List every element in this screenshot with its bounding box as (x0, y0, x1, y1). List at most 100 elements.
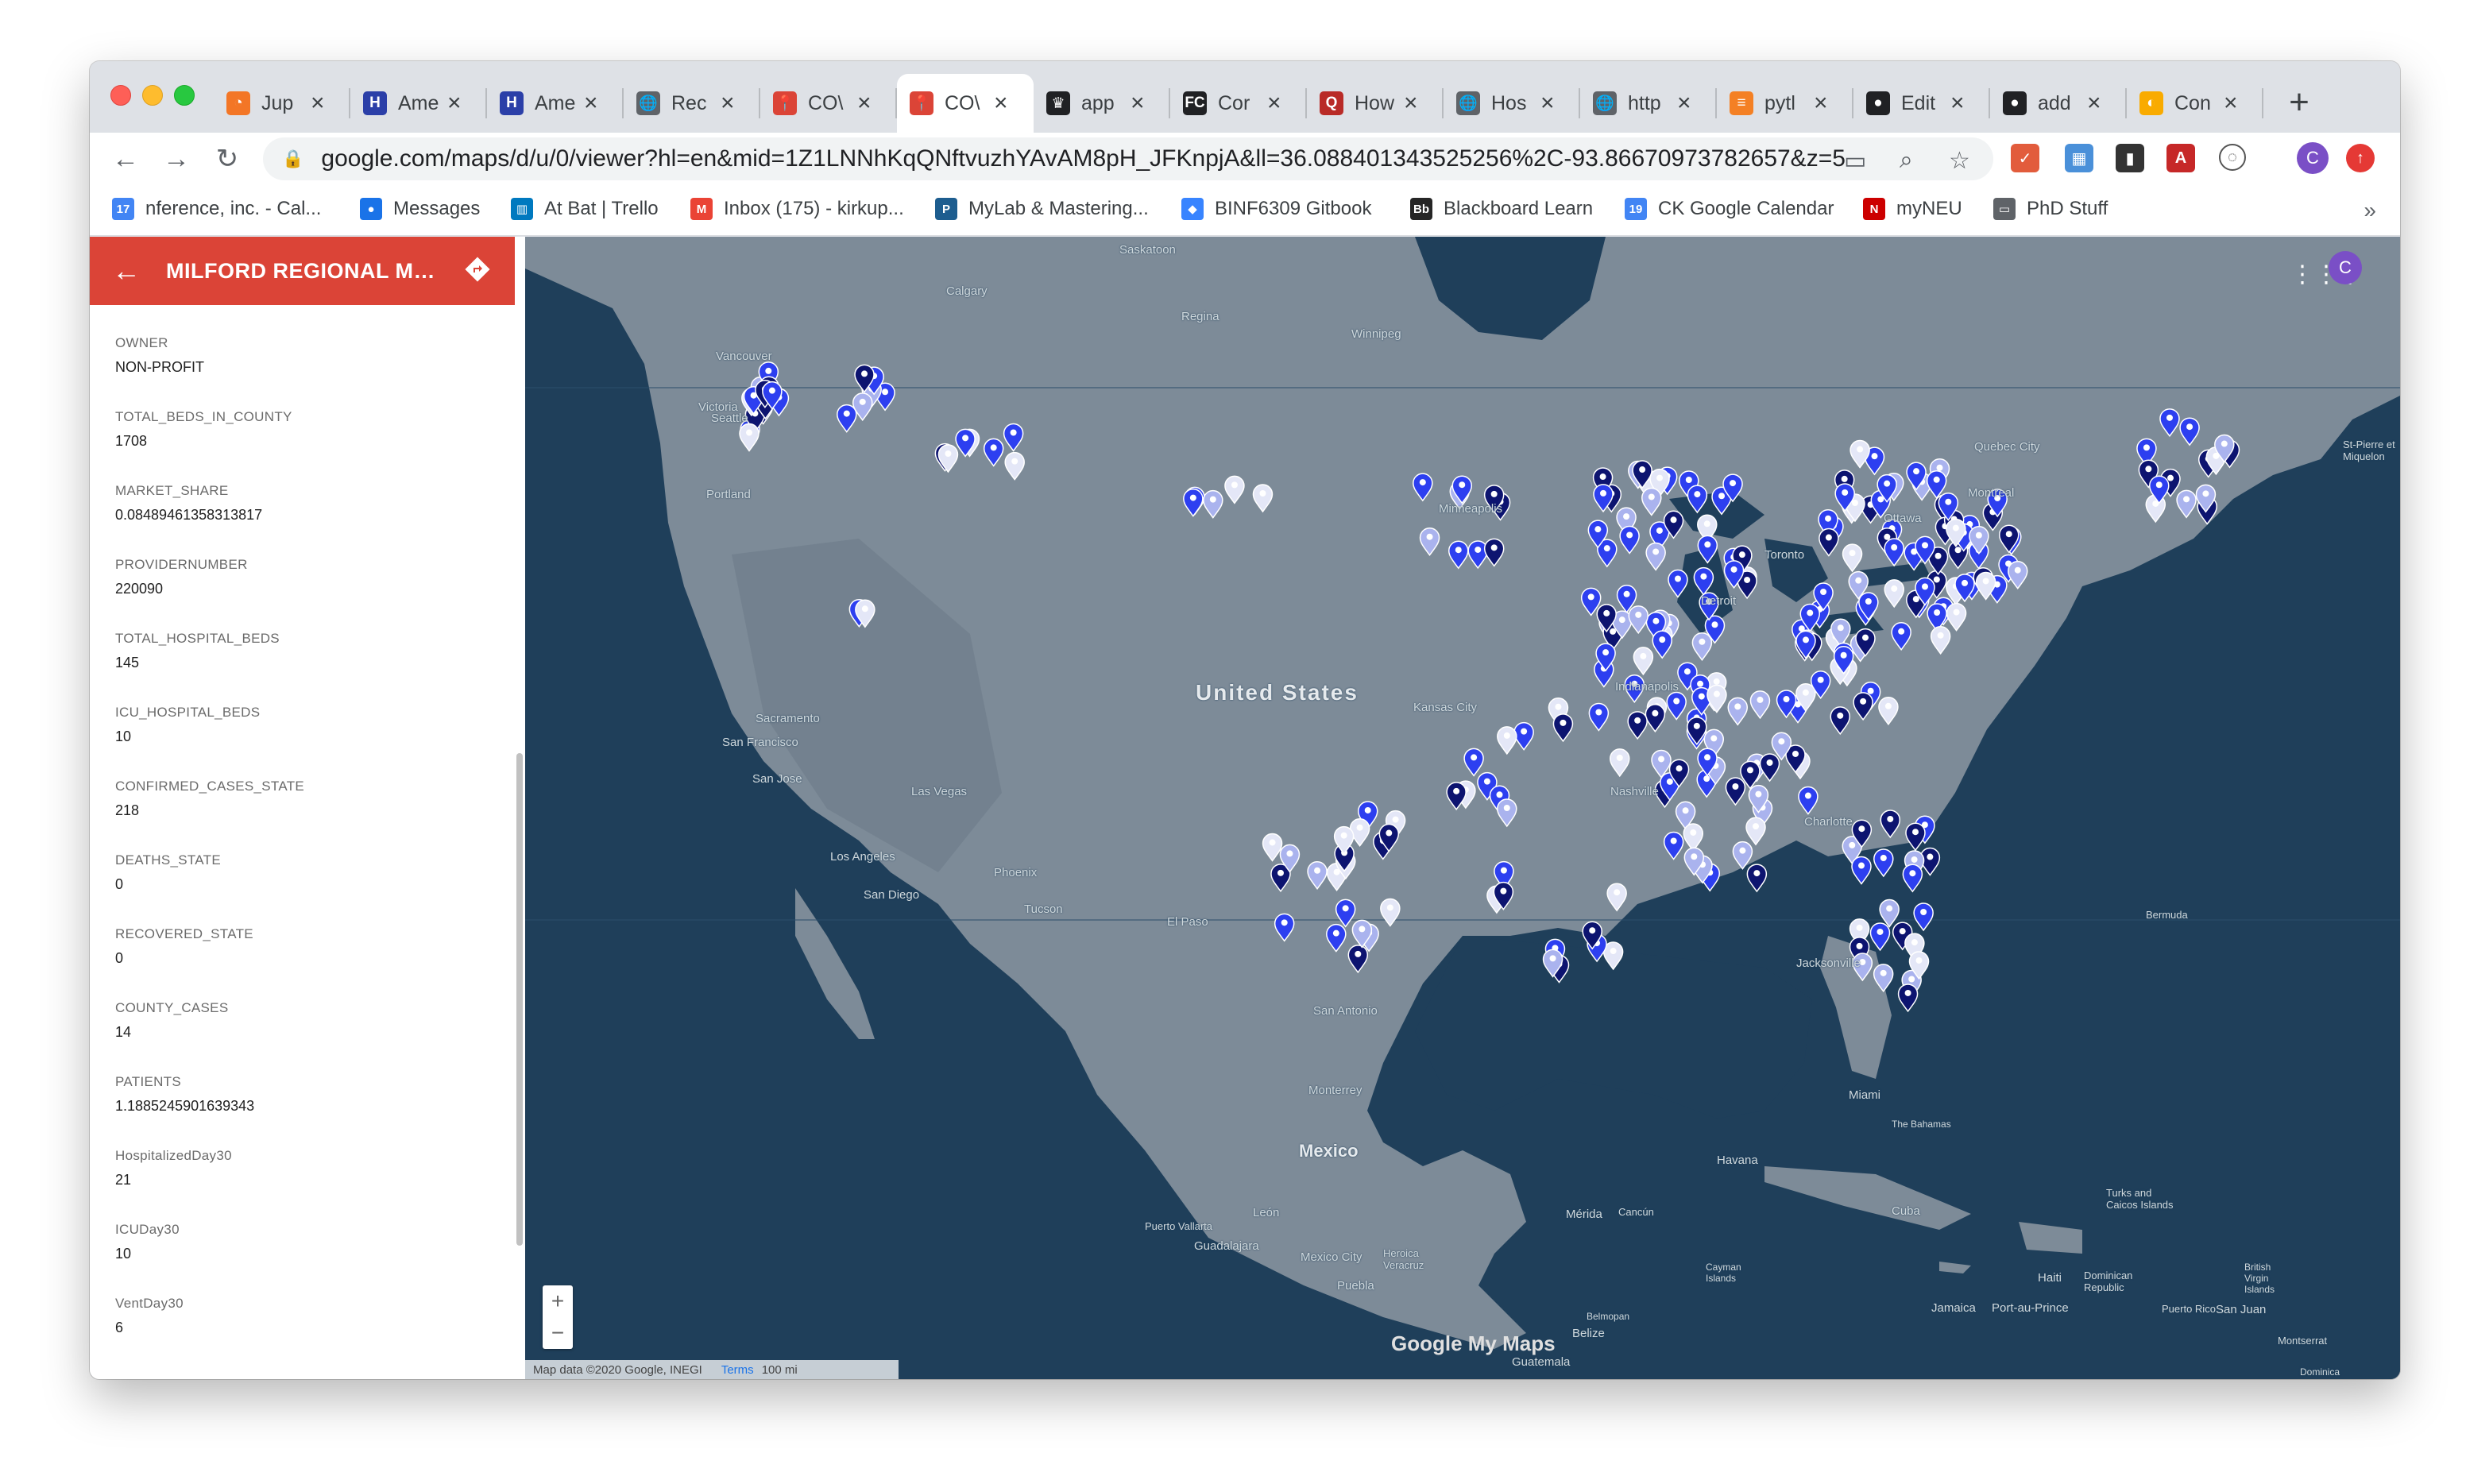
directions-icon[interactable] (464, 256, 491, 283)
extension-acrobat-icon[interactable]: A (2166, 144, 2195, 172)
panel-scrollbar[interactable] (516, 753, 523, 1246)
zoom-control: + − (543, 1285, 573, 1349)
page-content: ← MILFORD REGIONAL MEDI... OWNER NON-PROF… (90, 237, 2400, 1379)
bookmark-item[interactable]: 17 nference, inc. - Cal... (112, 195, 321, 223)
tab-close-icon[interactable]: × (1404, 91, 1418, 115)
tab-label: Rec (671, 91, 707, 114)
tab-label: pytl (1764, 91, 1795, 114)
bookmark-star-icon[interactable]: ☆ (1949, 147, 1970, 175)
marker-dot (1259, 490, 1266, 497)
zoom-out-button[interactable]: − (543, 1317, 573, 1349)
browser-tab[interactable]: ♛ app × (1034, 74, 1170, 133)
bookmark-item[interactable]: ▥ At Bat | Trello (511, 195, 659, 223)
browser-tab[interactable]: ● Edit × (1853, 74, 1990, 133)
attribute-key: HospitalizedDay30 (115, 1148, 232, 1163)
browser-tab[interactable]: ● add × (1990, 74, 2127, 133)
marker-dot (1652, 617, 1660, 624)
marker-dot (2166, 474, 2174, 481)
marker-dot (1683, 668, 1691, 675)
tab-close-icon[interactable]: × (1677, 91, 1691, 115)
tab-close-icon[interactable]: × (447, 91, 462, 115)
bookmark-item[interactable]: ▭ PhD Stuff (1993, 195, 2108, 223)
marker-dot (861, 370, 868, 377)
tab-close-icon[interactable]: × (584, 91, 598, 115)
browser-tab[interactable]: ◐ Con × (2127, 74, 2263, 133)
browser-tab[interactable]: 📍 CO\ × (897, 74, 1034, 133)
tab-label: Ame (398, 91, 439, 114)
marker-dot (1908, 976, 1915, 983)
browser-tab[interactable]: H Ame × (487, 74, 624, 133)
browser-tab[interactable]: 🌐 Rec × (624, 74, 760, 133)
browser-tab[interactable]: ◔ Jup × (214, 74, 350, 133)
tab-close-icon[interactable]: × (994, 91, 1008, 115)
tab-close-icon[interactable]: × (1131, 91, 1145, 115)
terms-link[interactable]: Terms (721, 1363, 754, 1377)
zoom-in-button[interactable]: + (543, 1285, 573, 1317)
marker-dot (1927, 853, 1934, 860)
marker-dot (1802, 636, 1809, 643)
jupyter-icon: ◔ (226, 91, 250, 115)
extension-todoist-icon[interactable]: ✓ (2011, 144, 2039, 172)
browser-tab[interactable]: 🌐 Hos × (1444, 74, 1580, 133)
marker-dot (1459, 481, 1466, 489)
zoom-icon[interactable]: ⌕ (1900, 147, 1913, 174)
attribute-key: MARKET_SHARE (115, 483, 229, 498)
profile-avatar[interactable]: C (2297, 142, 2329, 174)
marker-dot (1855, 577, 1862, 584)
tab-close-icon[interactable]: × (1540, 91, 1555, 115)
attribute-row: OWNER NON-PROFIT (115, 335, 489, 409)
extension-ghost-icon[interactable]: ◌ (2219, 144, 2246, 171)
forward-button[interactable]: → (158, 141, 195, 177)
bookmark-item[interactable]: M Inbox (175) - kirkup... (690, 195, 904, 223)
browser-tab[interactable]: H Ame × (350, 74, 487, 133)
browser-tab[interactable]: Q How × (1307, 74, 1444, 133)
extension-reader-icon[interactable]: ▮ (2116, 144, 2144, 172)
tab-label: app (1081, 91, 1115, 114)
attribute-row: DEATHS_STATE 0 (115, 852, 489, 926)
maximize-window-button[interactable] (174, 85, 195, 106)
attribute-value: 21 (115, 1172, 132, 1188)
tab-close-icon[interactable]: × (311, 91, 325, 115)
marker-dot (1817, 676, 1824, 683)
marker-dot (1730, 480, 1737, 487)
more-bookmarks-icon[interactable]: » (2364, 198, 2376, 223)
marker-dot (1589, 927, 1596, 934)
bookmark-item[interactable]: 19 CK Google Calendar (1625, 195, 1834, 223)
map-canvas[interactable]: Saskatoon Calgary Regina Winnipeg Vancou… (525, 237, 2400, 1379)
marker-dot (1392, 816, 1399, 823)
tab-close-icon[interactable]: × (2224, 91, 2238, 115)
extension-window-icon[interactable]: ▦ (2065, 144, 2093, 172)
tab-close-icon[interactable]: × (1950, 91, 1965, 115)
bookmark-item[interactable]: Bb Blackboard Learn (1410, 195, 1593, 223)
marker-dot (1426, 533, 1433, 540)
browser-tab[interactable]: 📍 CO\ × (760, 74, 897, 133)
tab-close-icon[interactable]: × (857, 91, 872, 115)
bookmark-item[interactable]: P MyLab & Mastering... (935, 195, 1149, 223)
new-tab-button[interactable]: + (2277, 80, 2321, 125)
back-arrow-icon[interactable]: ← (112, 254, 141, 288)
browser-tab[interactable]: ≡ pytl × (1717, 74, 1853, 133)
map-label: Quebec City (1974, 440, 2040, 454)
marker-dot (1886, 905, 1893, 912)
marker-dot (1783, 696, 1790, 703)
map-label: San Antonio (1313, 1004, 1378, 1018)
update-icon[interactable]: ↑ (2346, 144, 2375, 172)
reload-button[interactable]: ↻ (209, 141, 245, 177)
bookmark-item[interactable]: ◆ BINF6309 Gitbook (1181, 195, 1371, 223)
back-button[interactable]: ← (107, 141, 144, 177)
address-bar[interactable]: 🔒 google.com/maps/d/u/0/viewer?hl=en&mid… (263, 137, 1993, 180)
minimize-window-button[interactable] (142, 85, 163, 106)
browser-tab[interactable]: 🌐 http × (1580, 74, 1717, 133)
tab-close-icon[interactable]: × (1267, 91, 1281, 115)
marker-dot (1732, 783, 1739, 790)
close-window-button[interactable] (110, 85, 131, 106)
map-label: Montserrat (2278, 1335, 2328, 1347)
tab-close-icon[interactable]: × (1814, 91, 1828, 115)
bookmark-item[interactable]: ● Messages (360, 195, 480, 223)
browser-tab[interactable]: FC Cor × (1170, 74, 1307, 133)
bookmark-item[interactable]: NmyNEU (1863, 195, 1962, 223)
cast-icon[interactable]: ▭ (1844, 147, 1866, 175)
map-account-avatar[interactable]: C (2329, 251, 2362, 284)
tab-close-icon[interactable]: × (2087, 91, 2101, 115)
tab-close-icon[interactable]: × (721, 91, 735, 115)
